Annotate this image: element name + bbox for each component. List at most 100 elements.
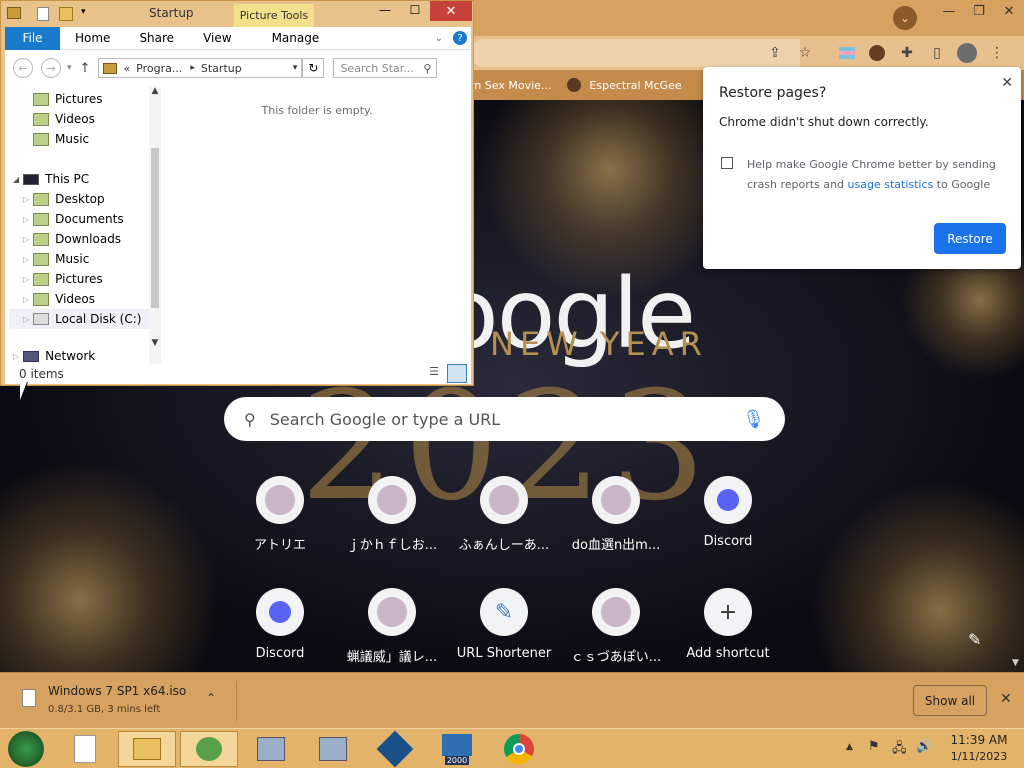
taskbar-virtualbox-icon[interactable] [366,730,424,768]
scroll-down-icon: ▼ [151,338,159,348]
nav-item-videos[interactable]: Videos [33,109,95,129]
shortcut-tile[interactable]: 蝋議威」議レ... [342,588,442,665]
maximize-icon[interactable]: ☐ [401,3,429,21]
checkbox-label: Help make Google Chrome better by sendin… [747,158,996,191]
shortcut-tile[interactable]: do血選n出m... [566,476,666,553]
share-icon[interactable]: ⇪ [764,42,786,64]
start-button-icon[interactable] [8,731,44,767]
extensions-puzzle-icon[interactable]: ✚ [896,42,918,64]
details-view-icon[interactable]: ☰ [425,365,443,382]
close-icon[interactable]: ✕ [1001,75,1013,91]
tab-search-icon[interactable]: ⌄ [893,6,917,30]
profile-icon[interactable] [956,42,978,64]
nav-scrollbar[interactable]: ▲ ▼ [149,86,161,364]
restore-button[interactable]: Restore [934,223,1006,254]
clock-date[interactable]: 1/11/2023 [944,750,1014,763]
shortcut-tile[interactable]: ｃｓづあぽい... [566,588,666,665]
close-icon[interactable]: ✕ [1000,691,1012,707]
tab-view[interactable]: View [203,31,231,45]
properties-icon[interactable] [37,7,49,21]
clock-time[interactable]: 11:39 AM [944,733,1014,747]
shortcut-tile[interactable]: ｊかｈｆしお... [342,476,442,553]
shortcut-tile[interactable]: Discord [230,588,330,661]
taskbar-notepad-icon[interactable] [56,731,114,767]
customize-pencil-icon[interactable]: ✎ [968,630,981,649]
search-field[interactable]: Search Star... ⚲ [333,58,438,78]
nav-item-music[interactable]: Music [33,129,89,149]
address-bar[interactable]: « Progra... ▸ Startup ▾ [98,58,303,78]
tab-file[interactable]: File [5,26,60,50]
shortcut-tile[interactable]: Discord [678,476,778,549]
address-overflow[interactable]: « [123,62,130,75]
taskbar-network-setup-2-icon[interactable] [304,731,362,767]
menu-kebab-icon[interactable]: ⋮ [986,42,1008,64]
taskbar-network-setup-icon[interactable] [242,731,300,767]
nav-item-documents[interactable]: ▷ Documents [23,209,124,229]
breadcrumb-startup[interactable]: Startup [201,62,242,75]
microphone-icon[interactable]: 🎙 [742,409,765,430]
forward-icon[interactable]: → [41,58,61,78]
restore-window-icon[interactable]: ❐ [964,0,994,22]
show-all-button[interactable]: Show all [913,685,987,716]
tab-home[interactable]: Home [75,31,110,45]
usage-statistics-link[interactable]: usage statistics [848,178,934,191]
shortcut-tile[interactable]: ✎ URL Shortener [454,588,554,661]
back-icon[interactable]: ← [13,58,33,78]
folder-icon [33,112,49,126]
large-icons-view-icon[interactable] [447,364,467,383]
expand-ribbon-icon[interactable]: ⌄ [435,33,443,44]
extension-flag-icon[interactable] [836,42,858,64]
close-window-icon[interactable]: ✕ [994,0,1024,22]
minimize-icon[interactable]: — [934,0,964,22]
status-bar: 0 items ☰ [5,364,471,384]
shortcut-tile[interactable]: アトリエ [230,476,330,553]
taskbar-vbox-2000-icon[interactable]: 2000 [428,731,486,767]
file-list-pane[interactable]: This folder is empty. [163,86,471,364]
nav-item-pictures[interactable]: ▷ Pictures [23,269,103,289]
omnibox[interactable] [470,39,800,67]
download-filename[interactable]: Windows 7 SP1 x64.iso [48,684,186,698]
network-icon[interactable]: 🖧 [892,739,907,761]
taskbar-users-icon[interactable] [180,731,238,767]
tab-share[interactable]: Share [139,31,174,45]
bookmark-item[interactable]: rn Sex Movie... [470,79,551,92]
folder-icon [33,192,50,206]
close-window-icon[interactable]: ✕ [430,1,472,21]
refresh-icon[interactable]: ↻ [302,58,325,78]
scroll-down-icon[interactable]: ▼ [1012,658,1019,668]
drive-icon [33,313,50,325]
recent-locations-icon[interactable]: ▾ [67,63,72,73]
nav-item-downloads[interactable]: ▷ Downloads [23,229,121,249]
bookmark-item[interactable]: Espectral McGee [589,79,681,92]
up-icon[interactable]: ↑ [80,61,91,76]
folder-icon [103,62,118,74]
chevron-up-icon[interactable]: ⌃ [206,691,216,705]
taskbar-file-explorer-icon[interactable] [118,731,176,767]
quick-access-dropdown-icon[interactable]: ▾ [81,7,86,17]
show-hidden-icons-icon[interactable]: ▲ [846,742,853,752]
search-icon: ⚲ [423,61,432,75]
new-folder-icon[interactable] [59,7,73,21]
taskbar-chrome-icon[interactable] [490,731,548,767]
nav-item-desktop[interactable]: ▷ Desktop [23,189,105,209]
nav-item-this-pc[interactable]: ◢ This PC [13,169,89,189]
side-panel-icon[interactable]: ▯ [926,42,948,64]
add-shortcut-tile[interactable]: + Add shortcut [678,588,778,661]
volume-icon[interactable]: 🔊 [916,739,932,754]
nav-item-local-disk[interactable]: ▷ Local Disk (C:) [9,309,149,329]
breadcrumb-progra[interactable]: Progra... [136,62,182,75]
help-icon[interactable]: ? [453,31,467,45]
metrics-checkbox[interactable] [721,157,733,169]
tab-manage[interactable]: Manage [272,31,320,45]
address-dropdown-icon[interactable]: ▾ [293,63,298,73]
minimize-icon[interactable]: — [371,3,399,21]
extension-avatar-icon[interactable] [866,42,888,64]
nav-item-network[interactable]: ▷ Network [13,349,95,363]
shortcut-tile[interactable]: ふぁんしーあ... [454,476,554,553]
nav-item-videos[interactable]: ▷ Videos [23,289,95,309]
action-center-flag-icon[interactable]: ⚑ [868,739,880,754]
nav-item-pictures[interactable]: Pictures [33,89,103,109]
ntp-search-box[interactable]: ⚲ Search Google or type a URL 🎙 [224,397,785,441]
bookmark-star-icon[interactable]: ☆ [794,42,816,64]
nav-item-music[interactable]: ▷ Music [23,249,89,269]
